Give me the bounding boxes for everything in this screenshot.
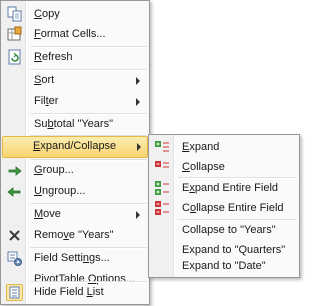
menu-item-label: Field Settings... — [34, 252, 110, 264]
menu-item-label: Sort — [34, 74, 55, 86]
menu-item-label: Format Cells... — [34, 28, 106, 40]
submenu-arrow-icon — [136, 211, 140, 219]
submenu-arrow-icon — [136, 98, 140, 106]
field-list-icon — [6, 284, 23, 301]
menu-item-label: Collapse Entire Field — [182, 202, 284, 214]
menu-item-label: Hide Field List — [34, 286, 104, 298]
submenu-arrow-icon — [136, 77, 140, 85]
menu-item-label: Refresh — [34, 51, 73, 63]
menu-item-label: Move — [34, 208, 61, 220]
menu-item-copy[interactable]: Copy — [3, 4, 147, 25]
menu-item-label: Remove "Years" — [34, 229, 114, 241]
menu-item-label: Expand Entire Field — [182, 182, 279, 194]
menu-item-sort[interactable]: Sort — [3, 70, 147, 91]
menu-item-remove-years[interactable]: Remove "Years" — [3, 225, 147, 246]
submenu-item-collapse[interactable]: Collapse — [151, 157, 297, 178]
menu-item-refresh[interactable]: Refresh — [3, 47, 147, 68]
expand-collapse-submenu: Expand Collapse Expand Entire Field Coll… — [148, 134, 300, 278]
refresh-icon — [6, 49, 23, 66]
expand-icon — [154, 139, 171, 156]
submenu-item-expand-entire-field[interactable]: Expand Entire Field — [151, 178, 297, 199]
group-icon — [6, 162, 23, 179]
menu-item-field-settings[interactable]: Field Settings... — [3, 248, 147, 269]
menu-item-group[interactable]: Group... — [3, 160, 147, 181]
menu-item-label: Expand to "Quarters" — [182, 244, 286, 256]
field-settings-icon — [6, 250, 23, 267]
menu-item-format-cells[interactable]: Format Cells... — [3, 24, 147, 45]
remove-icon — [6, 227, 23, 244]
expand-entire-field-icon — [154, 180, 171, 197]
menu-item-label: Ungroup... — [34, 185, 86, 197]
menu-item-label: Collapse to "Years" — [182, 224, 276, 236]
submenu-item-expand[interactable]: Expand — [151, 137, 297, 158]
menu-item-label: Filter — [34, 95, 59, 107]
menu-item-label: Copy — [34, 8, 60, 20]
menu-item-subtotal-years[interactable]: Subtotal "Years" — [3, 114, 147, 135]
menu-item-label: Group... — [34, 164, 74, 176]
context-menu: Copy Format Cells... Refresh Sort Filter… — [0, 0, 150, 305]
menu-item-label: Collapse — [182, 161, 225, 173]
submenu-item-collapse-entire-field[interactable]: Collapse Entire Field — [151, 198, 297, 219]
collapse-entire-field-icon — [154, 200, 171, 217]
collapse-icon — [154, 159, 171, 176]
format-cells-icon — [6, 26, 23, 43]
menu-item-label: Expand — [182, 141, 220, 153]
menu-item-ungroup[interactable]: Ungroup... — [3, 181, 147, 202]
submenu-arrow-icon — [137, 143, 141, 151]
menu-item-filter[interactable]: Filter — [3, 91, 147, 112]
menu-item-hide-field-list[interactable]: Hide Field List — [3, 282, 147, 303]
menu-item-move[interactable]: Move — [3, 204, 147, 225]
menu-item-label: Expand to "Date" — [182, 260, 266, 272]
menu-item-label: Subtotal "Years" — [34, 118, 113, 130]
submenu-item-collapse-to-years[interactable]: Collapse to "Years" — [151, 220, 297, 241]
submenu-item-expand-to-quarters[interactable]: Expand to "Quarters" — [151, 240, 297, 261]
ungroup-icon — [6, 183, 23, 200]
menu-item-label: Expand/Collapse — [33, 140, 117, 152]
copy-icon — [6, 6, 23, 23]
submenu-item-expand-to-date[interactable]: Expand to "Date" — [151, 260, 297, 274]
menu-item-expand-collapse[interactable]: Expand/Collapse — [2, 136, 148, 158]
